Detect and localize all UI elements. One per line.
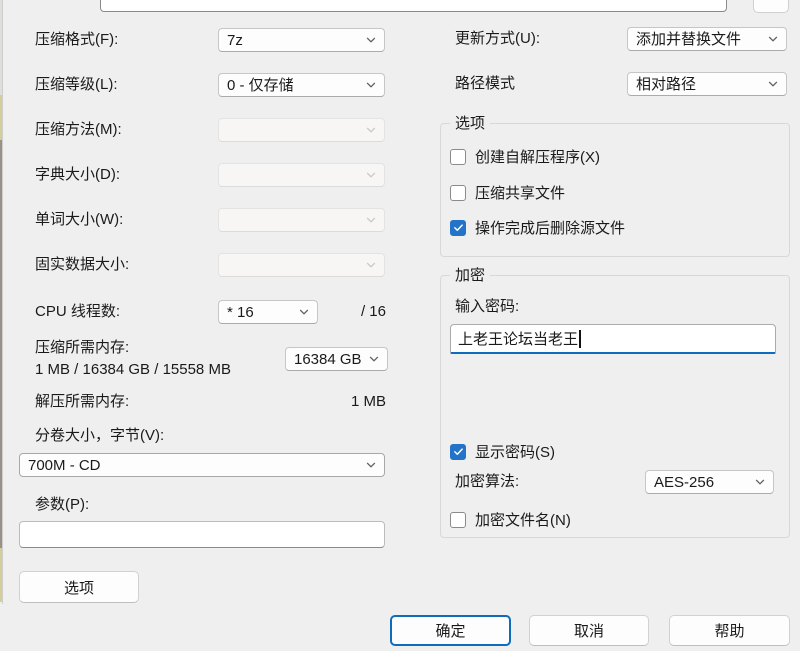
create-sfx-checkbox[interactable]: 创建自解压程序(X): [450, 146, 600, 167]
solid-block-size-label: 固实数据大小:: [35, 253, 129, 277]
memory-compress-detail: 1 MB / 16384 GB / 15558 MB: [35, 360, 231, 380]
chevron-down-icon: [365, 169, 377, 181]
chevron-down-icon: [365, 124, 377, 136]
encrypt-filenames-checkbox[interactable]: 加密文件名(N): [450, 509, 571, 530]
chevron-down-icon: [365, 259, 377, 271]
chevron-down-icon: [365, 459, 377, 471]
format-label: 压缩格式(F):: [35, 28, 118, 52]
archive-name-input[interactable]: [100, 0, 727, 12]
method-combo: [218, 118, 385, 142]
checkbox-checked-icon: [450, 444, 466, 460]
method-label: 压缩方法(M):: [35, 118, 122, 142]
chevron-down-icon: [754, 476, 766, 488]
level-label: 压缩等级(L):: [35, 73, 118, 97]
encryption-group-title: 加密: [450, 266, 490, 286]
format-combo[interactable]: 7z: [218, 28, 385, 52]
checkbox-unchecked-icon: [450, 149, 466, 165]
cpu-threads-combo[interactable]: * 16: [218, 300, 318, 324]
level-combo[interactable]: 0 - 仅存储: [218, 73, 385, 97]
memory-compress-label: 压缩所需内存:: [35, 338, 129, 358]
path-mode-label: 路径模式: [455, 72, 515, 96]
chevron-down-icon: [365, 34, 377, 46]
memory-limit-combo[interactable]: 16384 GB: [285, 347, 388, 371]
options-group-title: 选项: [450, 114, 490, 134]
compress-shared-files-checkbox[interactable]: 压缩共享文件: [450, 182, 565, 203]
memory-decompress-value: 1 MB: [286, 392, 386, 412]
cancel-button[interactable]: 取消: [529, 615, 649, 646]
update-mode-label: 更新方式(U):: [455, 27, 540, 51]
browse-button[interactable]: [753, 0, 789, 13]
memory-decompress-label: 解压所需内存:: [35, 392, 129, 412]
chevron-down-icon: [767, 78, 779, 90]
help-button[interactable]: 帮助: [669, 615, 790, 646]
cpu-threads-max: / 16: [340, 300, 386, 324]
chevron-down-icon: [365, 79, 377, 91]
chevron-down-icon: [767, 33, 779, 45]
options-button[interactable]: 选项: [19, 571, 139, 603]
add-to-archive-dialog: 压缩格式(F): 7z 压缩等级(L): 0 - 仅存储 压缩方法(M): 字典…: [0, 0, 800, 651]
solid-block-size-combo: [218, 253, 385, 277]
checkbox-unchecked-icon: [450, 512, 466, 528]
password-input[interactable]: 上老王论坛当老王: [450, 324, 776, 354]
dictionary-size-combo: [218, 163, 385, 187]
edge-artifact: [2, 0, 3, 604]
update-mode-combo[interactable]: 添加并替换文件: [627, 27, 787, 51]
text-caret: [579, 330, 581, 348]
parameters-input[interactable]: [19, 521, 385, 548]
checkbox-checked-icon: [450, 220, 466, 236]
cpu-threads-label: CPU 线程数:: [35, 300, 120, 324]
word-size-label: 单词大小(W):: [35, 208, 123, 232]
volume-size-label: 分卷大小，字节(V):: [35, 426, 164, 446]
chevron-down-icon: [365, 214, 377, 226]
show-password-checkbox[interactable]: 显示密码(S): [450, 441, 555, 462]
parameters-label: 参数(P):: [35, 495, 89, 515]
chevron-down-icon: [298, 306, 310, 318]
checkbox-unchecked-icon: [450, 185, 466, 201]
delete-files-after-checkbox[interactable]: 操作完成后删除源文件: [450, 217, 625, 238]
checkmark-icon: [453, 446, 464, 457]
chevron-down-icon: [368, 353, 380, 365]
checkmark-icon: [453, 222, 464, 233]
encryption-method-label: 加密算法:: [455, 472, 519, 492]
path-mode-combo[interactable]: 相对路径: [627, 72, 787, 96]
dictionary-size-label: 字典大小(D):: [35, 163, 120, 187]
password-label: 输入密码:: [455, 297, 519, 317]
volume-size-combo[interactable]: 700M - CD: [19, 453, 385, 477]
encryption-method-combo[interactable]: AES-256: [645, 470, 774, 494]
word-size-combo: [218, 208, 385, 232]
ok-button[interactable]: 确定: [390, 615, 511, 646]
